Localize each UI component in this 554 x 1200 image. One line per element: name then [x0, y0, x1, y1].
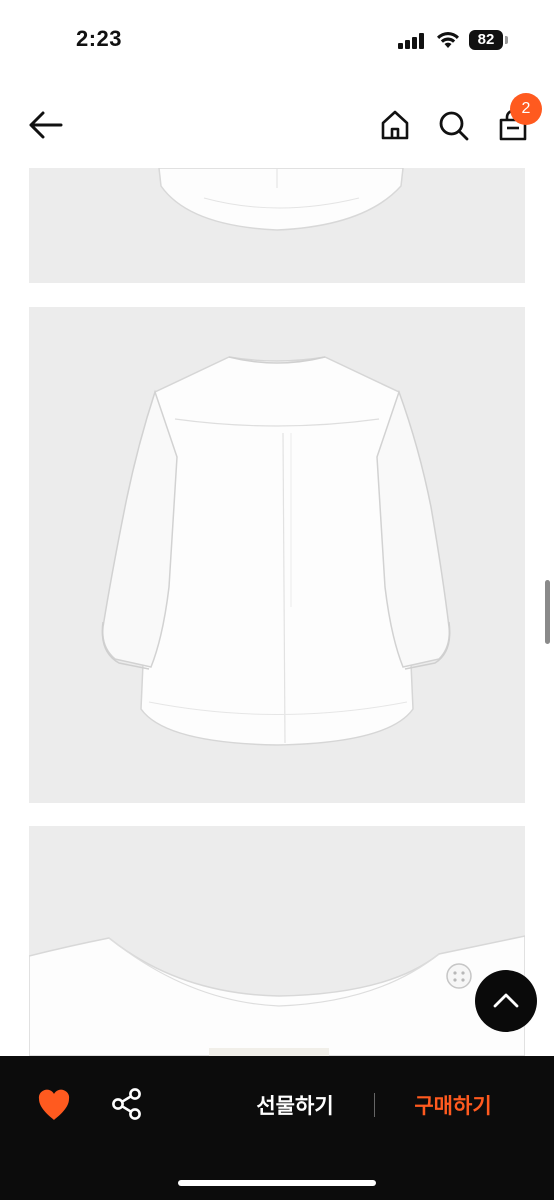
shirt-collar-button-detail-image — [29, 826, 525, 1056]
action-divider — [374, 1093, 375, 1117]
scrollbar-thumb[interactable] — [545, 580, 550, 644]
shirt-back-view-image — [29, 307, 525, 803]
heart-icon[interactable] — [36, 1087, 72, 1123]
battery-icon: 82 — [469, 30, 503, 50]
top-nav-bar — [0, 84, 554, 168]
share-icon[interactable] — [110, 1086, 144, 1122]
shirt-hem-detail-image — [29, 168, 525, 283]
status-time: 2:23 — [76, 26, 123, 51]
signal-icon — [398, 33, 426, 49]
status-bar: 2:23 82 — [0, 0, 554, 84]
home-icon[interactable] — [379, 109, 411, 141]
search-icon[interactable] — [438, 110, 470, 142]
cart-count-badge: 2 — [510, 93, 542, 125]
gift-button[interactable]: 선물하기 — [220, 1086, 370, 1126]
bottom-action-bar — [0, 1056, 554, 1200]
home-indicator — [178, 1180, 376, 1186]
wifi-icon — [437, 31, 459, 48]
arrow-left-icon[interactable] — [28, 110, 64, 140]
scroll-to-top-button[interactable] — [475, 970, 537, 1032]
battery-level: 82 — [477, 31, 495, 48]
chevron-up-icon — [493, 993, 519, 1008]
buy-button[interactable]: 구매하기 — [380, 1086, 526, 1126]
battery-nub — [505, 36, 508, 44]
